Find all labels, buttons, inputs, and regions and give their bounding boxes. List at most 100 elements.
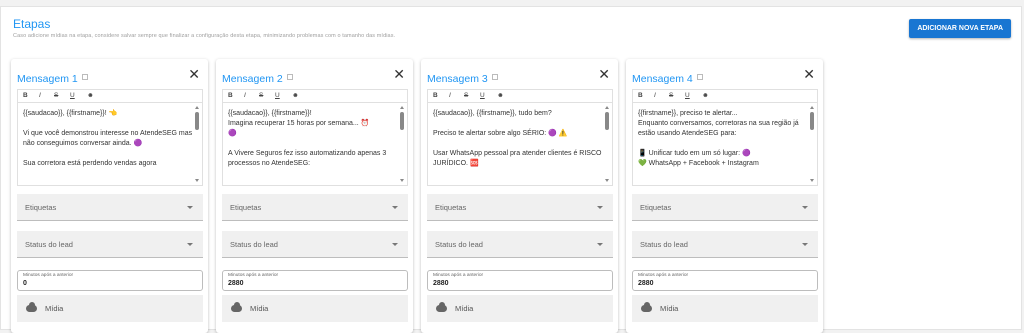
scroll-thumb[interactable] bbox=[810, 112, 814, 130]
scroll-up-icon[interactable] bbox=[195, 106, 199, 109]
message-card-3: Mensagem 3 ✕ B I S U ☻ {{saudacao}}, {{f… bbox=[421, 59, 618, 333]
media-label: Mídia bbox=[455, 304, 474, 313]
minutes-value[interactable]: 2880 bbox=[638, 280, 654, 287]
minutes-label: Minutos após a anterior bbox=[638, 273, 689, 278]
editor-scrollbar[interactable] bbox=[605, 106, 610, 182]
message-card-2: Mensagem 2 ✕ B I S U ☻ {{saudacao}}, {{f… bbox=[216, 59, 413, 333]
close-icon[interactable]: ✕ bbox=[803, 67, 815, 81]
bold-button[interactable]: B bbox=[638, 92, 643, 99]
dropdown-arrow-icon bbox=[187, 243, 193, 246]
italic-button[interactable]: I bbox=[244, 92, 246, 99]
editor-scrollbar[interactable] bbox=[195, 106, 200, 182]
minutes-label: Minutos após a anterior bbox=[228, 273, 279, 278]
strike-button[interactable]: S bbox=[464, 92, 468, 99]
scroll-thumb[interactable] bbox=[195, 112, 199, 130]
lead-status-label: Status do lead bbox=[25, 240, 73, 249]
lead-status-select[interactable]: Status do lead bbox=[222, 231, 408, 258]
scroll-up-icon[interactable] bbox=[400, 106, 404, 109]
cloud-upload-icon bbox=[641, 302, 652, 312]
lead-status-select[interactable]: Status do lead bbox=[427, 231, 613, 258]
tags-select[interactable]: Etiquetas bbox=[427, 194, 613, 221]
italic-button[interactable]: I bbox=[449, 92, 451, 99]
media-upload-button[interactable]: Mídia bbox=[17, 295, 203, 322]
minutes-value[interactable]: 2880 bbox=[228, 280, 244, 287]
scroll-thumb[interactable] bbox=[605, 112, 609, 130]
strike-button[interactable]: S bbox=[669, 92, 673, 99]
editor-scrollbar[interactable] bbox=[810, 106, 815, 182]
message-text[interactable]: {{saudacao}}, {{firstname}}! 👈 Vi que vo… bbox=[23, 109, 193, 169]
italic-button[interactable]: I bbox=[39, 92, 41, 99]
scroll-down-icon[interactable] bbox=[400, 179, 404, 182]
scroll-down-icon[interactable] bbox=[605, 179, 609, 182]
tags-select[interactable]: Etiquetas bbox=[632, 194, 818, 221]
dropdown-arrow-icon bbox=[187, 206, 193, 209]
dropdown-arrow-icon bbox=[392, 206, 398, 209]
emoji-button[interactable]: ☻ bbox=[497, 92, 504, 99]
tags-select[interactable]: Etiquetas bbox=[222, 194, 408, 221]
media-upload-button[interactable]: Mídia bbox=[427, 295, 613, 322]
close-icon[interactable]: ✕ bbox=[188, 67, 200, 81]
italic-button[interactable]: I bbox=[654, 92, 656, 99]
bold-button[interactable]: B bbox=[228, 92, 233, 99]
cloud-upload-icon bbox=[231, 302, 242, 312]
bold-button[interactable]: B bbox=[23, 92, 28, 99]
emoji-button[interactable]: ☻ bbox=[292, 92, 299, 99]
lead-status-label: Status do lead bbox=[230, 240, 278, 249]
strike-button[interactable]: S bbox=[259, 92, 263, 99]
emoji-button[interactable]: ☻ bbox=[87, 92, 94, 99]
minutes-field[interactable]: Minutos após a anterior 2880 bbox=[632, 270, 818, 291]
card-title: Mensagem 3 bbox=[427, 73, 488, 85]
minutes-field[interactable]: Minutos após a anterior 2880 bbox=[222, 270, 408, 291]
card-title: Mensagem 2 bbox=[222, 73, 283, 85]
underline-button[interactable]: U bbox=[70, 92, 75, 99]
media-upload-button[interactable]: Mídia bbox=[632, 295, 818, 322]
underline-button[interactable]: U bbox=[685, 92, 690, 99]
editor-toolbar: B I S U ☻ bbox=[632, 89, 818, 102]
card-title: Mensagem 4 bbox=[632, 73, 693, 85]
scroll-down-icon[interactable] bbox=[195, 179, 199, 182]
lead-status-select[interactable]: Status do lead bbox=[17, 231, 203, 258]
message-text[interactable]: {{saudacao}}, {{firstname}}! Imagina rec… bbox=[228, 109, 398, 169]
minutes-value[interactable]: 2880 bbox=[433, 280, 449, 287]
tags-label: Etiquetas bbox=[230, 203, 262, 212]
editor-toolbar: B I S U ☻ bbox=[17, 89, 203, 102]
cloud-upload-icon bbox=[436, 302, 447, 312]
message-card-1: Mensagem 1 ✕ B I S U ☻ {{saudacao}}, {{f… bbox=[11, 59, 208, 333]
bold-button[interactable]: B bbox=[433, 92, 438, 99]
message-editor[interactable]: {{saudacao}}, {{firstname}}, tudo bem? P… bbox=[427, 102, 613, 186]
lock-icon bbox=[286, 74, 293, 80]
close-icon[interactable]: ✕ bbox=[598, 67, 610, 81]
close-icon[interactable]: ✕ bbox=[393, 67, 405, 81]
dropdown-arrow-icon bbox=[597, 206, 603, 209]
page-subtitle: Caso adicione mídias na etapa, considere… bbox=[13, 33, 396, 39]
page-title: Etapas bbox=[13, 17, 51, 31]
lock-icon bbox=[81, 74, 88, 80]
scroll-up-icon[interactable] bbox=[810, 106, 814, 109]
scroll-thumb[interactable] bbox=[400, 112, 404, 130]
editor-toolbar: B I S U ☻ bbox=[222, 89, 408, 102]
editor-scrollbar[interactable] bbox=[400, 106, 405, 182]
underline-button[interactable]: U bbox=[275, 92, 280, 99]
minutes-field[interactable]: Minutos após a anterior 2880 bbox=[427, 270, 613, 291]
add-stage-button[interactable]: ADICIONAR NOVA ETAPA bbox=[909, 19, 1011, 38]
message-text[interactable]: {{saudacao}}, {{firstname}}, tudo bem? P… bbox=[433, 109, 603, 169]
dropdown-arrow-icon bbox=[597, 243, 603, 246]
minutes-field[interactable]: Minutos após a anterior 0 bbox=[17, 270, 203, 291]
message-editor[interactable]: {{saudacao}}, {{firstname}}! Imagina rec… bbox=[222, 102, 408, 186]
underline-button[interactable]: U bbox=[480, 92, 485, 99]
media-upload-button[interactable]: Mídia bbox=[222, 295, 408, 322]
media-label: Mídia bbox=[45, 304, 64, 313]
dropdown-arrow-icon bbox=[802, 243, 808, 246]
lead-status-select[interactable]: Status do lead bbox=[632, 231, 818, 258]
strike-button[interactable]: S bbox=[54, 92, 58, 99]
message-editor[interactable]: {{firstname}}, preciso te alertar... Enq… bbox=[632, 102, 818, 186]
stages-panel: Etapas Caso adicione mídias na etapa, co… bbox=[0, 6, 1022, 333]
message-text[interactable]: {{firstname}}, preciso te alertar... Enq… bbox=[638, 109, 808, 169]
minutes-label: Minutos após a anterior bbox=[23, 273, 74, 278]
tags-select[interactable]: Etiquetas bbox=[17, 194, 203, 221]
scroll-down-icon[interactable] bbox=[810, 179, 814, 182]
minutes-value[interactable]: 0 bbox=[23, 280, 27, 287]
scroll-up-icon[interactable] bbox=[605, 106, 609, 109]
message-editor[interactable]: {{saudacao}}, {{firstname}}! 👈 Vi que vo… bbox=[17, 102, 203, 186]
emoji-button[interactable]: ☻ bbox=[702, 92, 709, 99]
